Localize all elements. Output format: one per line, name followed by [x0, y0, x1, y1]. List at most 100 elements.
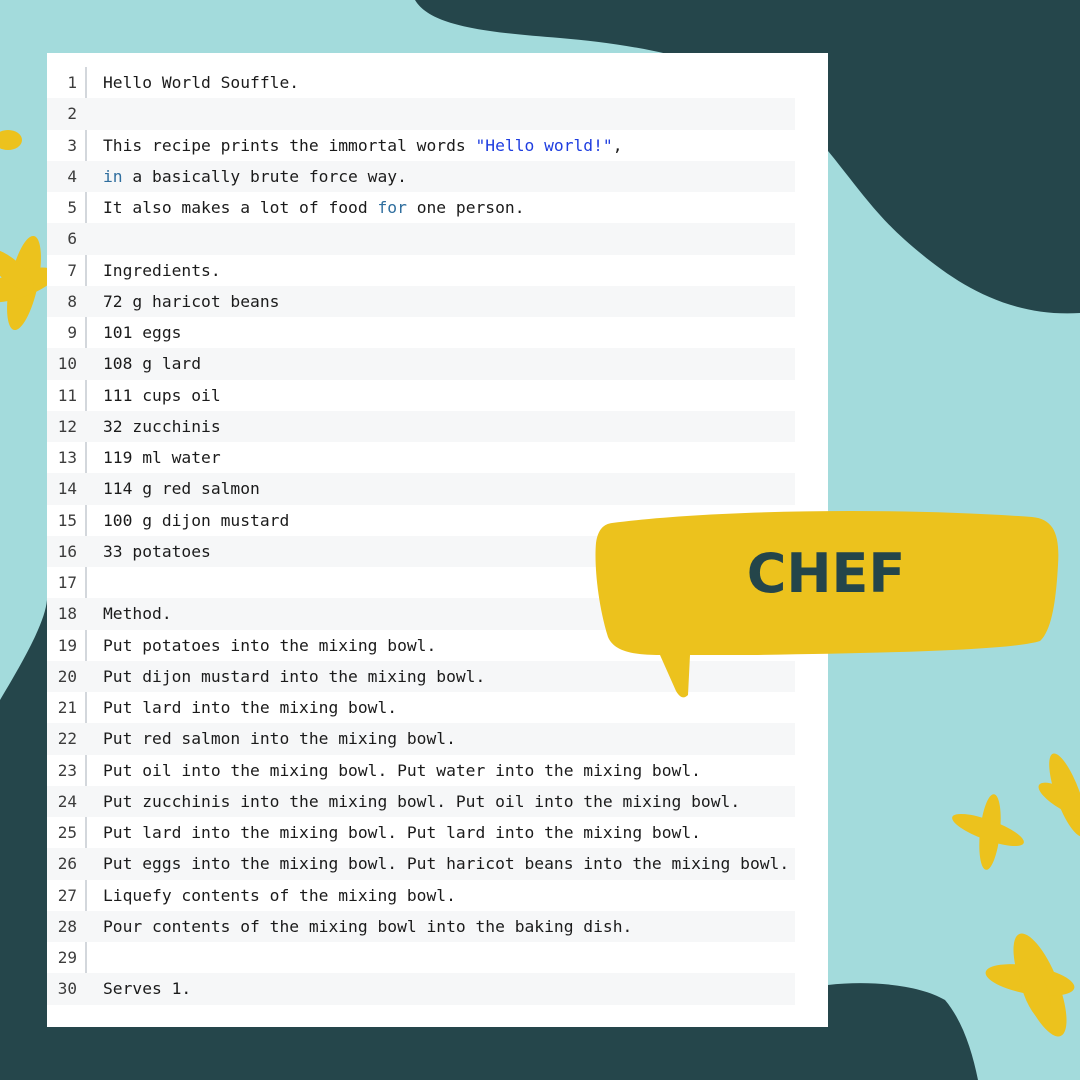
line-number: 17: [57, 573, 77, 593]
text-token: Method.: [103, 604, 172, 624]
string-token: "Hello world!": [475, 135, 613, 155]
text-token: 100 g dijon mustard: [103, 510, 290, 530]
text-token: 33 potatoes: [103, 541, 211, 561]
text-token: This recipe prints the immortal words: [103, 135, 476, 155]
line-number: 12: [57, 416, 77, 436]
line-number: 7: [67, 260, 77, 280]
code-line: 27 Liquefy contents of the mixing bowl.: [47, 880, 795, 911]
line-number: 27: [57, 885, 77, 905]
yellow-star-right: [1038, 753, 1080, 837]
line-text: Serves 1.: [103, 979, 191, 998]
line-text: Ingredients.: [103, 261, 221, 280]
line-text: It also makes a lot of food for one pers…: [103, 198, 525, 217]
text-token: Put red salmon into the mixing bowl.: [103, 729, 456, 749]
line-number: 18: [57, 604, 77, 624]
code-line: 29: [47, 942, 795, 973]
line-text: 100 g dijon mustard: [103, 511, 289, 530]
line-number: 15: [57, 510, 77, 530]
code-line: 14 114 g red salmon: [47, 473, 795, 505]
line-number: 24: [57, 791, 77, 811]
line-number: 28: [57, 916, 77, 936]
line-text: 119 ml water: [103, 448, 221, 467]
keyword-token: in: [103, 166, 123, 186]
code-line: 4 in a basically brute force way.: [47, 160, 795, 192]
text-token: Put eggs into the mixing bowl. Put haric…: [103, 854, 790, 874]
line-number: 25: [57, 823, 77, 843]
text-token: ,: [612, 135, 623, 155]
text-token: Put potatoes into the mixing bowl.: [103, 635, 437, 655]
text-token: Put lard into the mixing bowl. Put lard …: [103, 823, 701, 843]
text-token: Put zucchinis into the mixing bowl. Put …: [103, 791, 741, 811]
line-number: 2: [67, 104, 77, 124]
line-text: Put dijon mustard into the mixing bowl.: [103, 667, 485, 686]
line-text: Pour contents of the mixing bowl into th…: [103, 917, 632, 936]
line-number: 6: [67, 229, 77, 249]
line-text: Hello World Souffle.: [103, 73, 299, 92]
line-number: 26: [57, 854, 77, 874]
yellow-star-left-top: [0, 130, 22, 150]
text-token: a basically brute force way.: [122, 166, 407, 186]
code-line: 23 Put oil into the mixing bowl. Put wate…: [47, 755, 795, 786]
code-line: 28 Pour contents of the mixing bowl into …: [47, 910, 795, 942]
line-number: 1: [67, 73, 77, 93]
code-line: 2: [47, 98, 795, 130]
code-line: 5 It also makes a lot of food for one per…: [47, 192, 795, 223]
text-token: Pour contents of the mixing bowl into th…: [103, 916, 633, 936]
line-number: 29: [57, 948, 77, 968]
keyword-token: for: [377, 198, 407, 218]
line-number: 8: [67, 291, 77, 311]
code-line: 12 32 zucchinis: [47, 410, 795, 442]
code-line: 7 Ingredients.: [47, 255, 795, 286]
line-text: Liquefy contents of the mixing bowl.: [103, 886, 456, 905]
line-number: 23: [57, 760, 77, 780]
text-token: Serves 1.: [103, 979, 192, 999]
line-number: 5: [67, 198, 77, 218]
line-text: Put eggs into the mixing bowl. Put haric…: [103, 854, 789, 873]
text-token: 72 g haricot beans: [103, 291, 280, 311]
code-line: 3 This recipe prints the immortal words "…: [47, 130, 795, 161]
chef-label: CHEF: [746, 542, 906, 605]
text-token: Put oil into the mixing bowl. Put water …: [103, 760, 701, 780]
text-token: Liquefy contents of the mixing bowl.: [103, 885, 456, 905]
line-text: This recipe prints the immortal words "H…: [103, 136, 623, 155]
line-number: 4: [67, 166, 77, 186]
text-token: 119 ml water: [103, 448, 221, 468]
text-token: Ingredients.: [103, 260, 221, 280]
text-token: 114 g red salmon: [103, 479, 260, 499]
line-number: 13: [57, 448, 77, 468]
line-number: 10: [57, 354, 77, 374]
text-token: Put lard into the mixing bowl.: [103, 698, 398, 718]
line-text: Put lard into the mixing bowl. Put lard …: [103, 823, 701, 842]
line-number: 14: [57, 479, 77, 499]
text-token: 101 eggs: [103, 323, 182, 343]
text-token: Hello World Souffle.: [103, 73, 300, 93]
code-line: 6: [47, 223, 795, 255]
line-text: 101 eggs: [103, 323, 181, 342]
line-number: 20: [57, 666, 77, 686]
code-line: 13 119 ml water: [47, 442, 795, 473]
text-token: 108 g lard: [103, 354, 202, 374]
code-line: 30 Serves 1.: [47, 973, 795, 1005]
line-text: 114 g red salmon: [103, 479, 260, 498]
line-text: Put zucchinis into the mixing bowl. Put …: [103, 792, 740, 811]
line-text: 111 cups oil: [103, 386, 221, 405]
code-line: 22 Put red salmon into the mixing bowl.: [47, 723, 795, 755]
line-number: 21: [57, 698, 77, 718]
code-line: 10 108 g lard: [47, 348, 795, 380]
line-text: Put oil into the mixing bowl. Put water …: [103, 761, 701, 780]
speech-bubble: [595, 511, 1059, 698]
line-text: 33 potatoes: [103, 542, 211, 561]
code-line: 8 72 g haricot beans: [47, 285, 795, 317]
code-line: 26 Put eggs into the mixing bowl. Put har…: [47, 848, 795, 880]
code-line: 25 Put lard into the mixing bowl. Put lar…: [47, 817, 795, 848]
line-text: in a basically brute force way.: [103, 167, 407, 186]
line-number: 11: [57, 385, 77, 405]
line-number: 16: [57, 541, 77, 561]
line-number: 9: [67, 323, 77, 343]
code-line: 11 111 cups oil: [47, 380, 795, 411]
line-text: Put potatoes into the mixing bowl.: [103, 636, 436, 655]
line-number: 19: [57, 635, 77, 655]
text-token: 111 cups oil: [103, 385, 221, 405]
line-number: 22: [57, 729, 77, 749]
yellow-star-small: [952, 794, 1024, 870]
